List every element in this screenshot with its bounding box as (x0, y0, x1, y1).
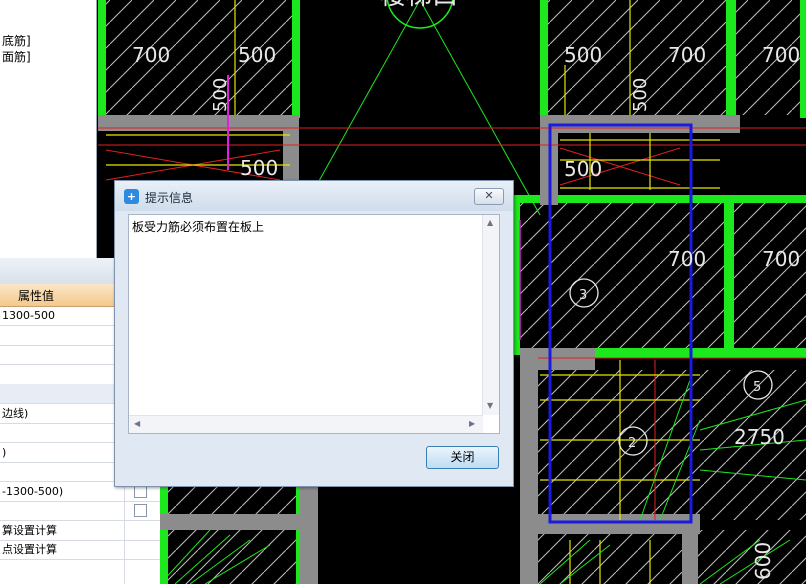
marker-label: 2 (628, 436, 636, 451)
property-value: 点设置计算 (2, 543, 57, 556)
vertical-scrollbar[interactable]: ▲ ▼ (482, 215, 499, 415)
scroll-up-icon[interactable]: ▲ (487, 218, 493, 227)
property-value: 边线) (2, 406, 29, 420)
slab-hatch (690, 530, 806, 584)
dim-label: 2750 (734, 425, 785, 449)
dim-label-vertical: 500 (630, 78, 651, 112)
dialog-title: 提示信息 (145, 191, 194, 205)
dim-label: 500 (210, 78, 231, 112)
info-dialog: + 提示信息 ✕ 板受力筋必须布置在板上 ▲ ▼ ◀ ▶ 关闭 (114, 180, 514, 487)
scroll-left-icon[interactable]: ◀ (134, 419, 140, 428)
message-textbox[interactable]: 板受力筋必须布置在板上 ▲ ▼ ◀ ▶ (128, 214, 500, 434)
horizontal-scrollbar[interactable]: ◀ ▶ (129, 415, 483, 433)
property-value: 1300-500 (2, 309, 55, 322)
dim-label: 500 (238, 43, 276, 67)
property-row[interactable] (0, 501, 160, 521)
slab-hatch (512, 195, 806, 355)
dim-label: 700 (668, 43, 706, 67)
property-value: 算设置计算 (2, 523, 57, 537)
info-icon: + (124, 189, 139, 204)
dim-label: 700 (762, 247, 800, 271)
slab-hatch (538, 530, 688, 584)
dim-label: 500 (564, 157, 602, 181)
dim-label: 500 (564, 43, 602, 67)
dim-label: 700 (762, 43, 800, 67)
property-row[interactable]: 算设置计算 (0, 521, 160, 541)
property-row[interactable]: 点设置计算 (0, 540, 160, 560)
property-value-header: 属性值 (18, 289, 55, 303)
scroll-down-icon[interactable]: ▼ (487, 401, 493, 410)
property-value: ) (2, 445, 7, 459)
property-value: -1300-500) (2, 484, 64, 498)
dialog-message: 板受力筋必须布置在板上 (132, 220, 265, 234)
tree-item[interactable]: 底筋] (2, 32, 31, 49)
property-checkbox[interactable] (134, 504, 147, 517)
component-tree-panel: 底筋] 面筋] (0, 0, 97, 258)
dialog-titlebar[interactable]: + 提示信息 ✕ (115, 181, 513, 211)
scroll-right-icon[interactable]: ▶ (469, 419, 475, 428)
dim-label: 700 (668, 247, 706, 271)
dim-label: 600 (751, 542, 775, 580)
dim-label: 500 (240, 156, 278, 180)
tree-item[interactable]: 面筋] (2, 48, 31, 65)
stair-label: 楼梯口 (380, 0, 458, 11)
marker-label: 3 (579, 288, 587, 303)
dim-label: 700 (132, 43, 170, 67)
close-icon[interactable]: ✕ (474, 188, 504, 205)
close-button[interactable]: 关闭 (426, 446, 499, 469)
marker-label: 5 (753, 380, 761, 395)
